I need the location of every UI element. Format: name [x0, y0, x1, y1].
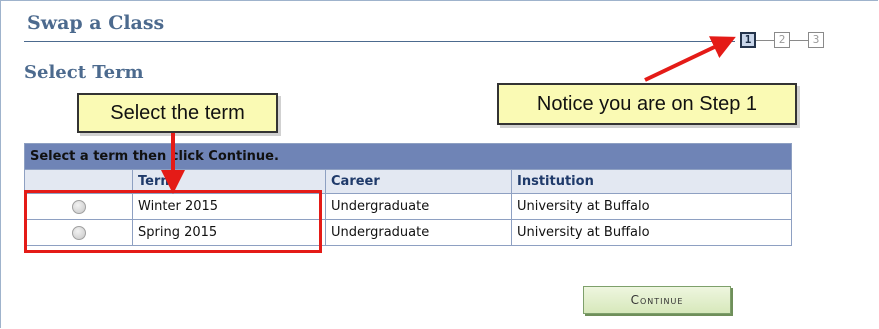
table-caption: Select a term then click Continue. — [24, 143, 792, 170]
career-cell: Undergraduate — [325, 193, 512, 220]
select-cell[interactable] — [24, 193, 133, 220]
step-connector — [756, 40, 774, 41]
column-header-career: Career — [325, 169, 512, 194]
column-header-select — [24, 169, 133, 194]
select-cell[interactable] — [24, 219, 133, 246]
step-connector — [790, 40, 808, 41]
step-1: 1 — [740, 32, 756, 48]
term-cell: Winter 2015 — [132, 193, 326, 220]
page-title: Swap a Class — [27, 12, 165, 34]
title-divider — [24, 41, 735, 42]
column-header-institution: Institution — [511, 169, 792, 194]
term-table: Select a term then click Continue. Term … — [24, 143, 792, 246]
step-2: 2 — [774, 32, 790, 48]
column-header-term: Term — [132, 169, 326, 194]
callout-step-notice: Notice you are on Step 1 — [497, 83, 797, 125]
institution-cell: University at Buffalo — [511, 193, 792, 220]
institution-cell: University at Buffalo — [511, 219, 792, 246]
term-cell: Spring 2015 — [132, 219, 326, 246]
radio-button-term[interactable] — [71, 225, 86, 240]
table-row: Spring 2015 Undergraduate University at … — [24, 219, 792, 246]
table-row: Winter 2015 Undergraduate University at … — [24, 193, 792, 220]
career-cell: Undergraduate — [325, 219, 512, 246]
radio-button-term[interactable] — [71, 199, 86, 214]
continue-button[interactable]: Continue — [583, 286, 731, 314]
section-title: Select Term — [24, 62, 144, 83]
step-3: 3 — [808, 32, 824, 48]
callout-select-term: Select the term — [77, 93, 278, 133]
